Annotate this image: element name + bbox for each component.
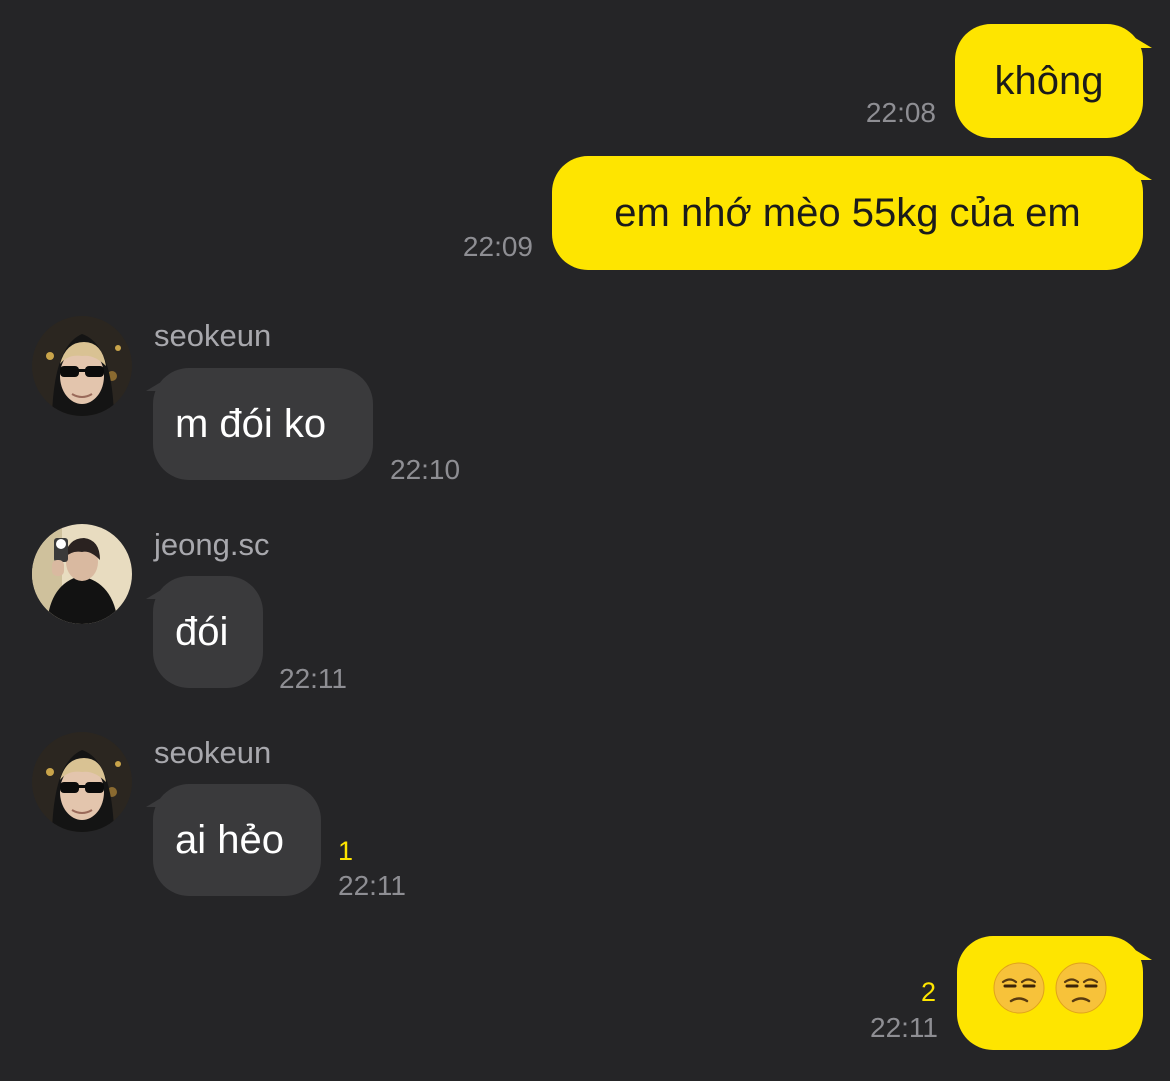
timestamp: 22:11 (870, 1012, 938, 1043)
unread-count: 1 (338, 836, 354, 866)
message-text: em nhớ mèo 55kg của em (614, 190, 1081, 235)
sender-name: seokeun (154, 735, 272, 770)
timestamp: 22:09 (462, 231, 533, 262)
message-text: m đói ko (175, 401, 327, 446)
sender-name: seokeun (154, 318, 272, 353)
message-bubble-incoming[interactable]: đói (153, 576, 263, 688)
timestamp: 22:08 (865, 97, 936, 128)
message-text: đói (175, 609, 229, 654)
message-bubble-incoming[interactable]: m đói ko (153, 368, 373, 480)
avatar-seokeun[interactable] (32, 732, 132, 832)
avatar-jeong-sc[interactable] (32, 524, 132, 624)
timestamp: 22:11 (338, 870, 406, 901)
timestamp: 22:10 (390, 454, 461, 485)
timestamp: 22:11 (279, 663, 347, 694)
unamused-face-icon (1055, 962, 1107, 1024)
message-bubble-incoming[interactable]: ai hẻo (153, 784, 321, 896)
message-bubble-outgoing[interactable]: em nhớ mèo 55kg của em (552, 156, 1143, 270)
sender-name: jeong.sc (154, 527, 270, 562)
message-text: ai hẻo (175, 817, 284, 862)
unamused-face-icon (993, 962, 1045, 1024)
message-bubble-outgoing[interactable]: không (955, 24, 1143, 138)
message-text: không (994, 58, 1104, 103)
avatar-seokeun[interactable] (32, 316, 132, 416)
unread-count: 2 (921, 977, 937, 1007)
message-bubble-outgoing[interactable] (957, 936, 1143, 1050)
